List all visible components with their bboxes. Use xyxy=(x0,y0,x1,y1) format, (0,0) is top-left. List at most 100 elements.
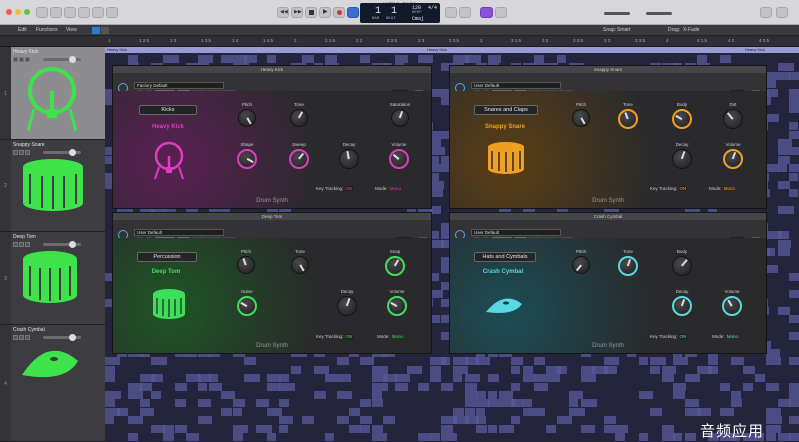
volume-fader[interactable] xyxy=(43,149,81,156)
midi-region[interactable] xyxy=(221,407,232,416)
midi-region[interactable] xyxy=(116,407,128,416)
snap-knob[interactable] xyxy=(385,256,405,276)
mute-button[interactable] xyxy=(13,242,18,247)
body-knob[interactable] xyxy=(672,256,692,276)
midi-region[interactable] xyxy=(232,424,248,433)
midi-region[interactable] xyxy=(279,424,288,433)
mode-select[interactable]: Mono xyxy=(723,186,736,191)
midi-region[interactable] xyxy=(139,399,150,408)
midi-region[interactable] xyxy=(348,424,361,433)
midi-region[interactable] xyxy=(661,365,676,374)
sound-name[interactable]: Snappy Snare xyxy=(470,124,540,130)
midi-region[interactable] xyxy=(789,273,799,282)
library-button[interactable] xyxy=(36,7,48,18)
record-enable-button[interactable] xyxy=(25,335,30,340)
track-header[interactable]: 2 Snappy Snare xyxy=(0,140,105,232)
plugin-title[interactable]: Crash Cymbal xyxy=(450,213,766,220)
midi-region[interactable] xyxy=(360,424,371,433)
midi-region[interactable] xyxy=(418,55,434,63)
midi-region[interactable] xyxy=(789,97,799,105)
preset-select[interactable]: User Default xyxy=(471,229,561,236)
browsers-button[interactable] xyxy=(776,7,788,18)
fast-forward-button[interactable]: ▶▶ xyxy=(291,7,303,18)
midi-region[interactable] xyxy=(325,374,338,383)
midi-region[interactable] xyxy=(789,122,799,131)
sweep-knob[interactable] xyxy=(289,149,309,169)
midi-region[interactable] xyxy=(476,391,487,399)
midi-region[interactable] xyxy=(534,382,549,391)
midi-region[interactable] xyxy=(789,105,799,114)
midi-region[interactable] xyxy=(232,407,242,416)
key-tracking-toggle[interactable]: ON xyxy=(678,186,688,191)
midi-region[interactable] xyxy=(128,416,144,425)
midi-region[interactable] xyxy=(777,239,791,248)
midi-region[interactable] xyxy=(232,433,243,441)
midi-region[interactable] xyxy=(731,399,743,408)
solo-button[interactable] xyxy=(19,57,24,62)
midi-region[interactable] xyxy=(128,55,139,63)
midi-region[interactable] xyxy=(777,231,789,240)
midi-region[interactable] xyxy=(221,55,233,63)
midi-region[interactable] xyxy=(603,365,617,374)
midi-region[interactable] xyxy=(464,391,477,399)
midi-region[interactable] xyxy=(267,433,277,441)
midi-region[interactable] xyxy=(534,407,546,416)
master-volume-slider[interactable] xyxy=(604,12,630,15)
fader-knob[interactable] xyxy=(69,149,76,156)
midi-region[interactable] xyxy=(290,365,301,374)
midi-region[interactable] xyxy=(603,424,615,433)
midi-region[interactable] xyxy=(441,433,458,441)
midi-region[interactable] xyxy=(673,357,689,366)
midi-region[interactable] xyxy=(395,374,410,383)
midi-region[interactable] xyxy=(209,374,219,383)
midi-region[interactable] xyxy=(580,399,597,408)
sound-name[interactable]: Heavy Kick xyxy=(133,124,203,130)
track-name[interactable]: Crash Cymbal xyxy=(13,327,45,333)
midi-region[interactable] xyxy=(615,433,626,441)
midi-region[interactable] xyxy=(511,365,520,374)
midi-region[interactable] xyxy=(743,365,755,374)
midi-region[interactable] xyxy=(789,332,799,341)
fader-knob[interactable] xyxy=(69,56,76,63)
midi-region[interactable] xyxy=(673,433,683,441)
midi-region[interactable] xyxy=(719,407,734,416)
track-header[interactable]: 3 Deep Tom xyxy=(0,232,105,325)
mixer-button[interactable] xyxy=(92,7,104,18)
midi-region[interactable] xyxy=(638,391,653,399)
volume-fader[interactable] xyxy=(43,56,81,63)
tone-knob[interactable] xyxy=(291,256,309,274)
midi-region[interactable] xyxy=(789,189,799,198)
list-editors-button[interactable] xyxy=(760,7,772,18)
midi-region[interactable] xyxy=(789,88,799,97)
mode-select[interactable]: Mono xyxy=(389,186,402,191)
midi-region[interactable] xyxy=(708,357,719,366)
decay-knob[interactable] xyxy=(672,149,692,169)
snap-select[interactable]: Smart xyxy=(617,27,630,34)
midi-region[interactable] xyxy=(731,391,742,399)
midi-region[interactable] xyxy=(371,365,388,374)
midi-region[interactable] xyxy=(371,382,388,391)
midi-region[interactable] xyxy=(128,391,144,399)
stop-button[interactable] xyxy=(305,7,317,18)
volume-knob[interactable] xyxy=(389,149,409,169)
plugin-title[interactable]: Heavy Kick xyxy=(113,66,431,73)
mute-button[interactable] xyxy=(13,335,18,340)
midi-region[interactable] xyxy=(569,399,578,408)
midi-region[interactable] xyxy=(337,416,349,425)
tone-knob[interactable] xyxy=(290,109,308,127)
midi-region[interactable] xyxy=(766,248,776,257)
midi-region[interactable] xyxy=(789,382,799,391)
midi-region[interactable] xyxy=(325,55,338,63)
midi-region[interactable] xyxy=(279,399,289,408)
midi-region[interactable] xyxy=(360,416,373,425)
midi-region[interactable] xyxy=(487,424,497,433)
count-in-button[interactable] xyxy=(459,7,471,18)
play-button[interactable]: ▶ xyxy=(319,7,331,18)
key-tracking-toggle[interactable]: ON xyxy=(344,334,354,339)
key-tracking-toggle[interactable]: ON xyxy=(678,334,688,339)
midi-region[interactable] xyxy=(464,55,481,63)
pointer-tool-icon[interactable] xyxy=(92,27,100,34)
midi-region[interactable] xyxy=(197,382,207,391)
midi-region[interactable] xyxy=(696,55,707,63)
midi-region[interactable] xyxy=(511,357,523,366)
